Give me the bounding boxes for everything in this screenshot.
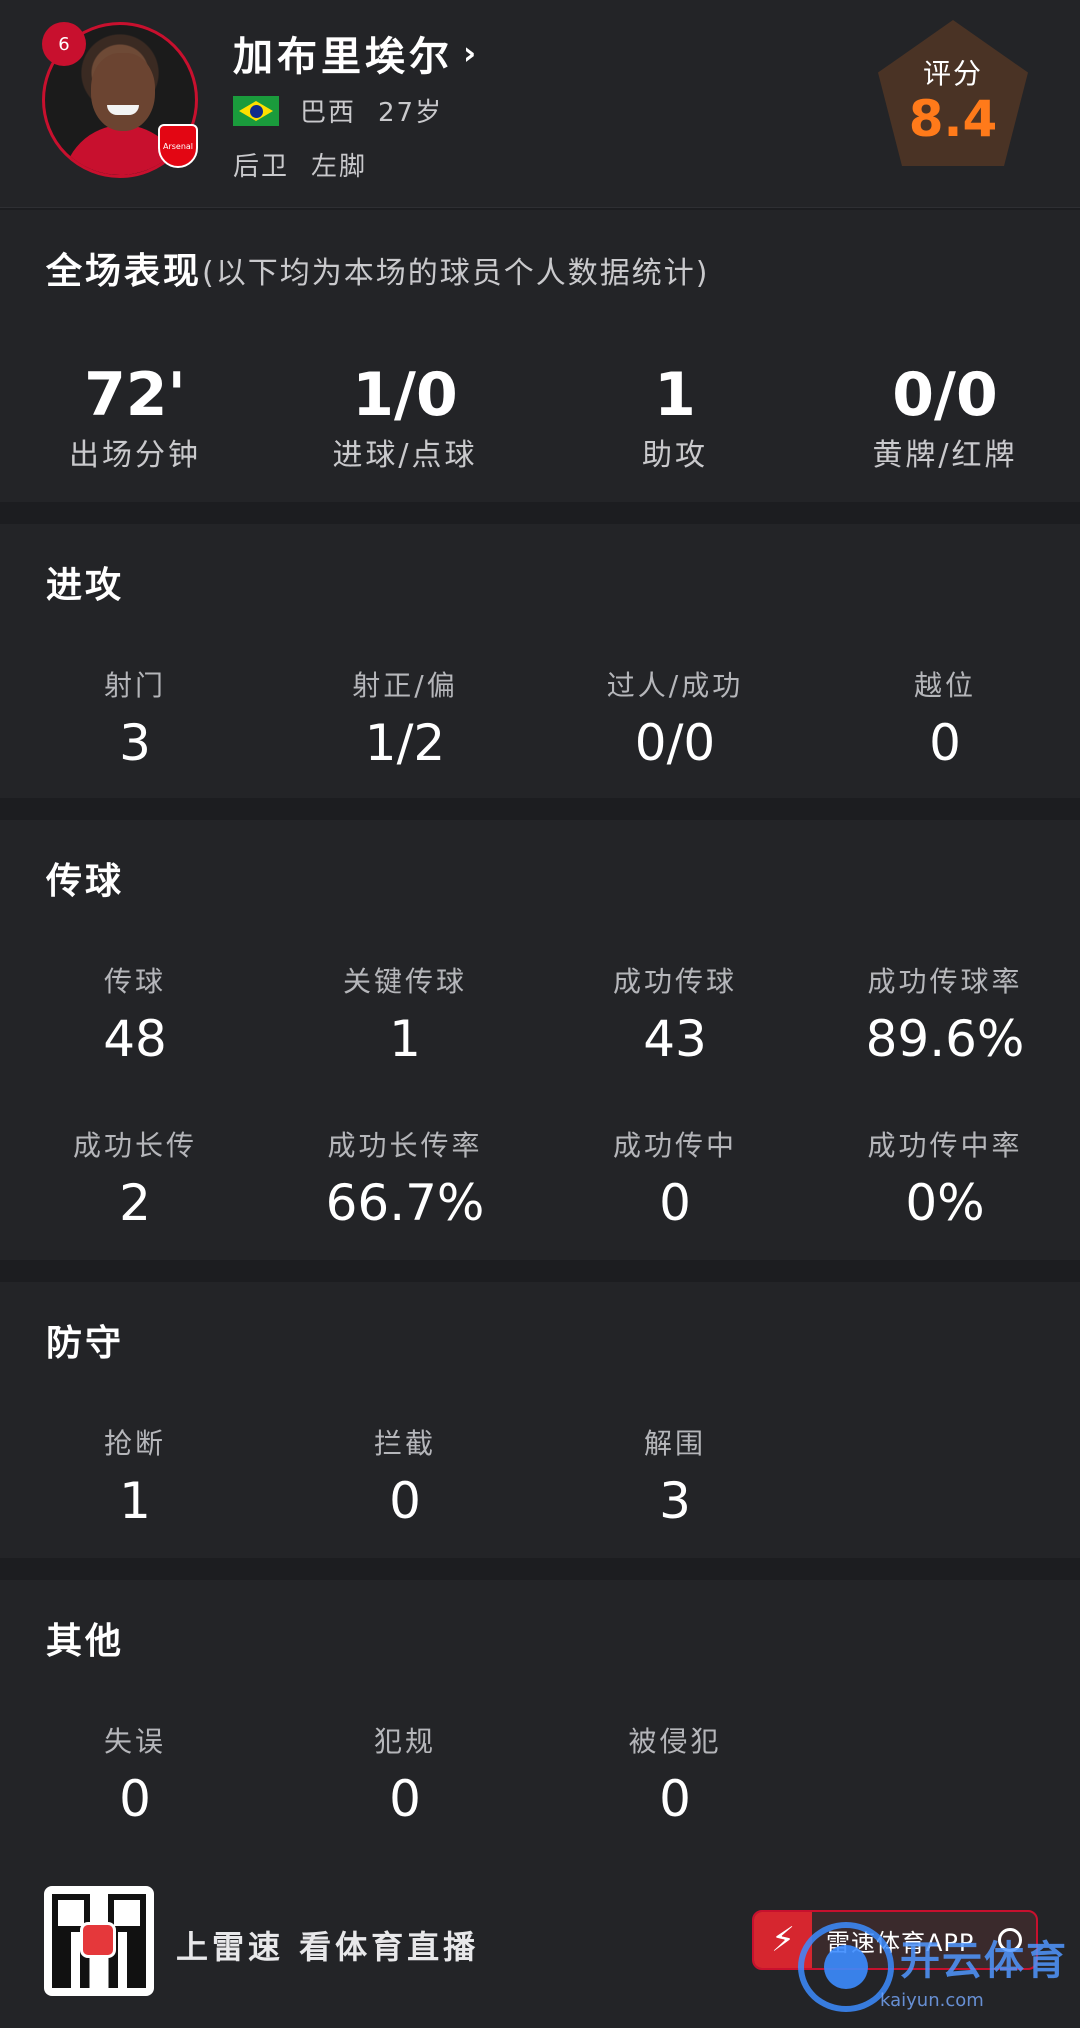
stat-accurate-passes: 成功传球 43 [540, 960, 810, 1068]
stat-long-balls: 成功长传 2 [0, 1124, 270, 1232]
player-avatar[interactable]: 6 Arsenal [42, 22, 198, 178]
stat-shots-on-off: 射正/偏 1/2 [270, 664, 540, 772]
stat-value: 66.7% [325, 1174, 485, 1232]
stat-cross-accuracy: 成功传中率 0% [810, 1124, 1080, 1232]
stat-label: 拦截 [373, 1427, 436, 1460]
stat-fouls: 犯规 0 [270, 1720, 540, 1828]
stat-label: 进球/点球 [332, 438, 478, 473]
stat-label: 射正/偏 [352, 669, 458, 702]
stat-value: 0 [119, 1770, 151, 1828]
stat-value: 1 [654, 360, 696, 430]
stat-value: 1 [389, 1010, 421, 1068]
stat-value: 0 [659, 1174, 691, 1232]
stat-errors: 失误 0 [0, 1720, 270, 1828]
player-nationality: 巴西 [300, 98, 357, 128]
overall-subtitle: (以下均为本场的球员个人数据统计) [202, 256, 710, 291]
watermark-subtext: kaiyun.com [880, 1990, 984, 2011]
stat-label: 成功传球 [612, 965, 737, 998]
stat-cards: 0/0 黄牌/红牌 [810, 350, 1080, 474]
stat-passes: 传球 48 [0, 960, 270, 1068]
other-title: 其他 [46, 1621, 125, 1662]
passing-section: 传球 传球 48 关键传球 1 成功传球 43 成功传球率 89.6% 成功长传… [0, 820, 1080, 1260]
stat-label: 过人/成功 [606, 669, 744, 702]
stat-long-ball-accuracy: 成功长传率 66.7% [270, 1124, 540, 1232]
stat-label: 助攻 [642, 438, 708, 473]
watermark-text: 开云体育 [900, 1938, 1068, 1984]
stat-value: 0 [389, 1472, 421, 1530]
app-logo-icon [80, 1922, 116, 1958]
avatar-smile [107, 105, 139, 115]
overall-section: 全场表现(以下均为本场的球员个人数据统计) 72' 出场分钟 1/0 进球/点球… [0, 210, 1080, 502]
stat-shots: 射门 3 [0, 664, 270, 772]
stat-label: 成功长传率 [327, 1129, 483, 1162]
stat-label: 射门 [103, 669, 166, 702]
stat-assists: 1 助攻 [540, 350, 810, 474]
passing-title: 传球 [46, 861, 125, 902]
stat-value: 89.6% [865, 1010, 1025, 1068]
player-position-foot: 后卫 左脚 [233, 146, 367, 183]
stat-value: 48 [103, 1010, 167, 1068]
stat-value: 1/2 [364, 714, 446, 772]
player-position: 后卫 [233, 152, 290, 182]
stat-clearances: 解围 3 [540, 1422, 810, 1530]
player-name-link[interactable]: 加布里埃尔 › [233, 24, 480, 82]
stat-offsides: 越位 0 [810, 664, 1080, 772]
stat-interceptions: 拦截 0 [270, 1422, 540, 1530]
defense-title: 防守 [46, 1323, 125, 1364]
rating-value: 8.4 [908, 90, 998, 148]
stat-value: 3 [659, 1472, 691, 1530]
stat-value: 0% [905, 1174, 985, 1232]
stat-label: 黄牌/红牌 [872, 438, 1018, 473]
chevron-right-icon: › [463, 34, 481, 72]
rating-label: 评分 [922, 57, 983, 90]
jersey-number-badge: 6 [42, 22, 86, 66]
stat-value: 2 [119, 1174, 151, 1232]
stat-crosses: 成功传中 0 [540, 1124, 810, 1232]
stat-value: 0 [659, 1770, 691, 1828]
attack-title: 进攻 [46, 565, 125, 606]
other-section: 其他 失误 0 犯规 0 被侵犯 0 [0, 1580, 1080, 1872]
stat-value: 43 [643, 1010, 707, 1068]
stat-label: 被侵犯 [628, 1725, 722, 1758]
stat-value: 0/0 [634, 714, 716, 772]
overall-title-text: 全场表现 [46, 251, 203, 292]
stat-label: 越位 [913, 669, 976, 702]
stat-label: 解围 [643, 1427, 706, 1460]
stat-label: 抢断 [103, 1427, 166, 1460]
stat-key-passes: 关键传球 1 [270, 960, 540, 1068]
stat-pass-accuracy: 成功传球率 89.6% [810, 960, 1080, 1068]
stat-label: 失误 [103, 1725, 166, 1758]
stat-label: 成功传中 [612, 1129, 737, 1162]
defense-section: 防守 抢断 1 拦截 0 解围 3 [0, 1282, 1080, 1558]
stat-label: 犯规 [373, 1725, 436, 1758]
stat-value: 1/0 [352, 360, 458, 430]
stat-value: 1 [119, 1472, 151, 1530]
stat-label: 出场分钟 [69, 438, 201, 473]
player-name: 加布里埃尔 [233, 34, 453, 80]
overall-title: 全场表现(以下均为本场的球员个人数据统计) [46, 242, 709, 294]
player-age: 27岁 [378, 98, 444, 128]
stat-label: 成功长传 [72, 1129, 197, 1162]
player-nationality-age: 巴西 27岁 [300, 92, 443, 129]
player-foot: 左脚 [311, 152, 368, 182]
stat-fouled: 被侵犯 0 [540, 1720, 810, 1828]
stat-label: 传球 [103, 965, 166, 998]
avatar-face [91, 53, 155, 131]
stat-minutes: 72' 出场分钟 [0, 350, 270, 474]
stat-tackles: 抢断 1 [0, 1422, 270, 1530]
stat-value: 72' [84, 360, 186, 430]
stat-label: 关键传球 [342, 965, 467, 998]
stat-value: 3 [119, 714, 151, 772]
stat-value: 0 [929, 714, 961, 772]
stat-value: 0/0 [892, 360, 998, 430]
stat-label: 成功传中率 [867, 1129, 1023, 1162]
stat-label: 成功传球率 [867, 965, 1023, 998]
club-badge-icon: Arsenal [158, 124, 198, 168]
brazil-flag-icon [233, 96, 279, 126]
stat-dribbles: 过人/成功 0/0 [540, 664, 810, 772]
stat-goals-penalties: 1/0 进球/点球 [270, 350, 540, 474]
attack-section: 进攻 射门 3 射正/偏 1/2 过人/成功 0/0 越位 0 [0, 524, 1080, 798]
footer-slogan: 上雷速 看体育直播 [176, 1928, 480, 1966]
stat-value: 0 [389, 1770, 421, 1828]
